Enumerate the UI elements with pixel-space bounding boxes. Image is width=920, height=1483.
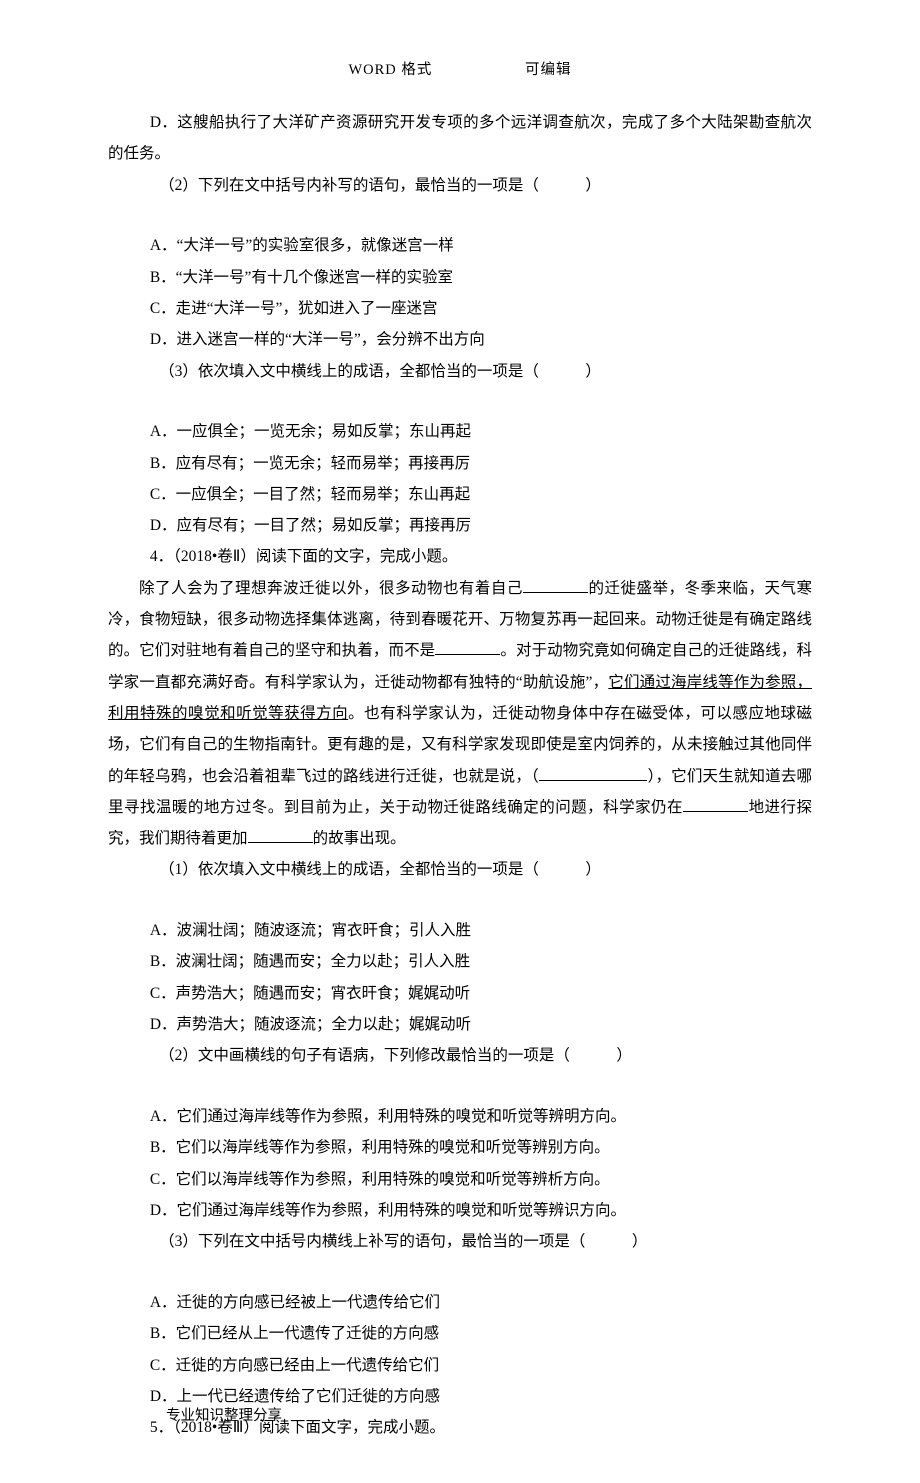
- q42-option-b: B．它们以海岸线等作为参照，利用特殊的嗅觉和听觉等辨别方向。: [108, 1132, 812, 1163]
- q2-option-a: A．“大洋一号”的实验室很多，就像迷宫一样: [108, 230, 812, 261]
- q3-option-d: D．应有尽有；一目了然；易如反掌；再接再厉: [108, 510, 812, 541]
- q3-option-b: B．应有尽有；一览无余；轻而易举；再接再厉: [108, 448, 812, 479]
- q42-option-a: A．它们通过海岸线等作为参照，利用特殊的嗅觉和听觉等辨明方向。: [108, 1101, 812, 1132]
- q2-option-b: B．“大洋一号”有十几个像迷宫一样的实验室: [108, 262, 812, 293]
- blank-4: [248, 827, 313, 844]
- blank-3: [683, 795, 748, 812]
- q41-option-a: A．波澜壮阔；随波逐流；宵衣旰食；引人入胜: [108, 915, 812, 946]
- blank-2: [435, 639, 500, 656]
- passage-1: 除了人会为了理想奔波迁徙以外，很多动物也有着自己的迁徙盛举，冬季来临，天气寒冷，…: [108, 573, 812, 855]
- q43-option-a: A．迁徙的方向感已经被上一代遗传给它们: [108, 1287, 812, 1318]
- page-header: WORD 格式 可编辑: [108, 58, 812, 79]
- q42-option-d: D．它们通过海岸线等作为参照，利用特殊的嗅觉和听觉等辨识方向。: [108, 1195, 812, 1226]
- q42-option-c: C．它们以海岸线等作为参照，利用特殊的嗅觉和听觉等辨析方向。: [108, 1164, 812, 1195]
- subquestion-4-1: （1）依次填入文中横线上的成语，全都恰当的一项是（ ）: [108, 854, 812, 885]
- page: WORD 格式 可编辑 D．这艘船执行了大洋矿产资源研究开发专项的多个远洋调查航…: [0, 0, 920, 1483]
- q43-option-b: B．它们已经从上一代遗传了迁徙的方向感: [108, 1318, 812, 1349]
- page-footer: 专业知识整理分享: [108, 1404, 282, 1425]
- blank-bracket: [539, 764, 648, 781]
- subquestion-4-2: （2）文中画横线的句子有语病，下列修改最恰当的一项是（ ）: [108, 1040, 812, 1071]
- q41-option-c: C．声势浩大；随遇而安；宵衣旰食；娓娓动听: [108, 978, 812, 1009]
- header-left: WORD 格式: [348, 58, 432, 79]
- subquestion-4-3: （3）下列在文中括号内横线上补写的语句，最恰当的一项是（ ）: [108, 1226, 812, 1257]
- blank-1: [523, 576, 588, 593]
- content-body: D．这艘船执行了大洋矿产资源研究开发专项的多个远洋调查航次，完成了多个大陆架勘查…: [108, 107, 812, 1443]
- passage-1-t7: 的故事出现。: [313, 830, 406, 847]
- q2-option-d: D．进入迷宫一样的“大洋一号”，会分辨不出方向: [108, 324, 812, 355]
- q3-option-a: A．一应俱全；一览无余；易如反掌；东山再起: [108, 416, 812, 447]
- passage-1-t1: 除了人会为了理想奔波迁徙以外，很多动物也有着自己: [139, 580, 523, 597]
- subquestion-3: （3）依次填入文中横线上的成语，全都恰当的一项是（ ）: [108, 356, 812, 387]
- option-d-pre: D．这艘船执行了大洋矿产资源研究开发专项的多个远洋调查航次，完成了多个大陆架勘查…: [108, 107, 812, 170]
- option-d-pre-text: D．这艘船执行了大洋矿产资源研究开发专项的多个远洋调查航次，完成了多个大陆架勘查…: [108, 107, 812, 170]
- header-right: 可编辑: [525, 58, 572, 79]
- subquestion-2: （2）下列在文中括号内补写的语句，最恰当的一项是（ ）: [108, 170, 812, 201]
- question-4-title: 4．（2018•卷Ⅱ）阅读下面的文字，完成小题。: [108, 541, 812, 572]
- q43-option-c: C．迁徙的方向感已经由上一代遗传给它们: [108, 1350, 812, 1381]
- q41-option-d: D．声势浩大；随波逐流；全力以赴；娓娓动听: [108, 1009, 812, 1040]
- q3-option-c: C．一应俱全；一目了然；轻而易举；东山再起: [108, 479, 812, 510]
- q41-option-b: B．波澜壮阔；随遇而安；全力以赴；引人入胜: [108, 946, 812, 977]
- q2-option-c: C．走进“大洋一号”，犹如进入了一座迷宫: [108, 293, 812, 324]
